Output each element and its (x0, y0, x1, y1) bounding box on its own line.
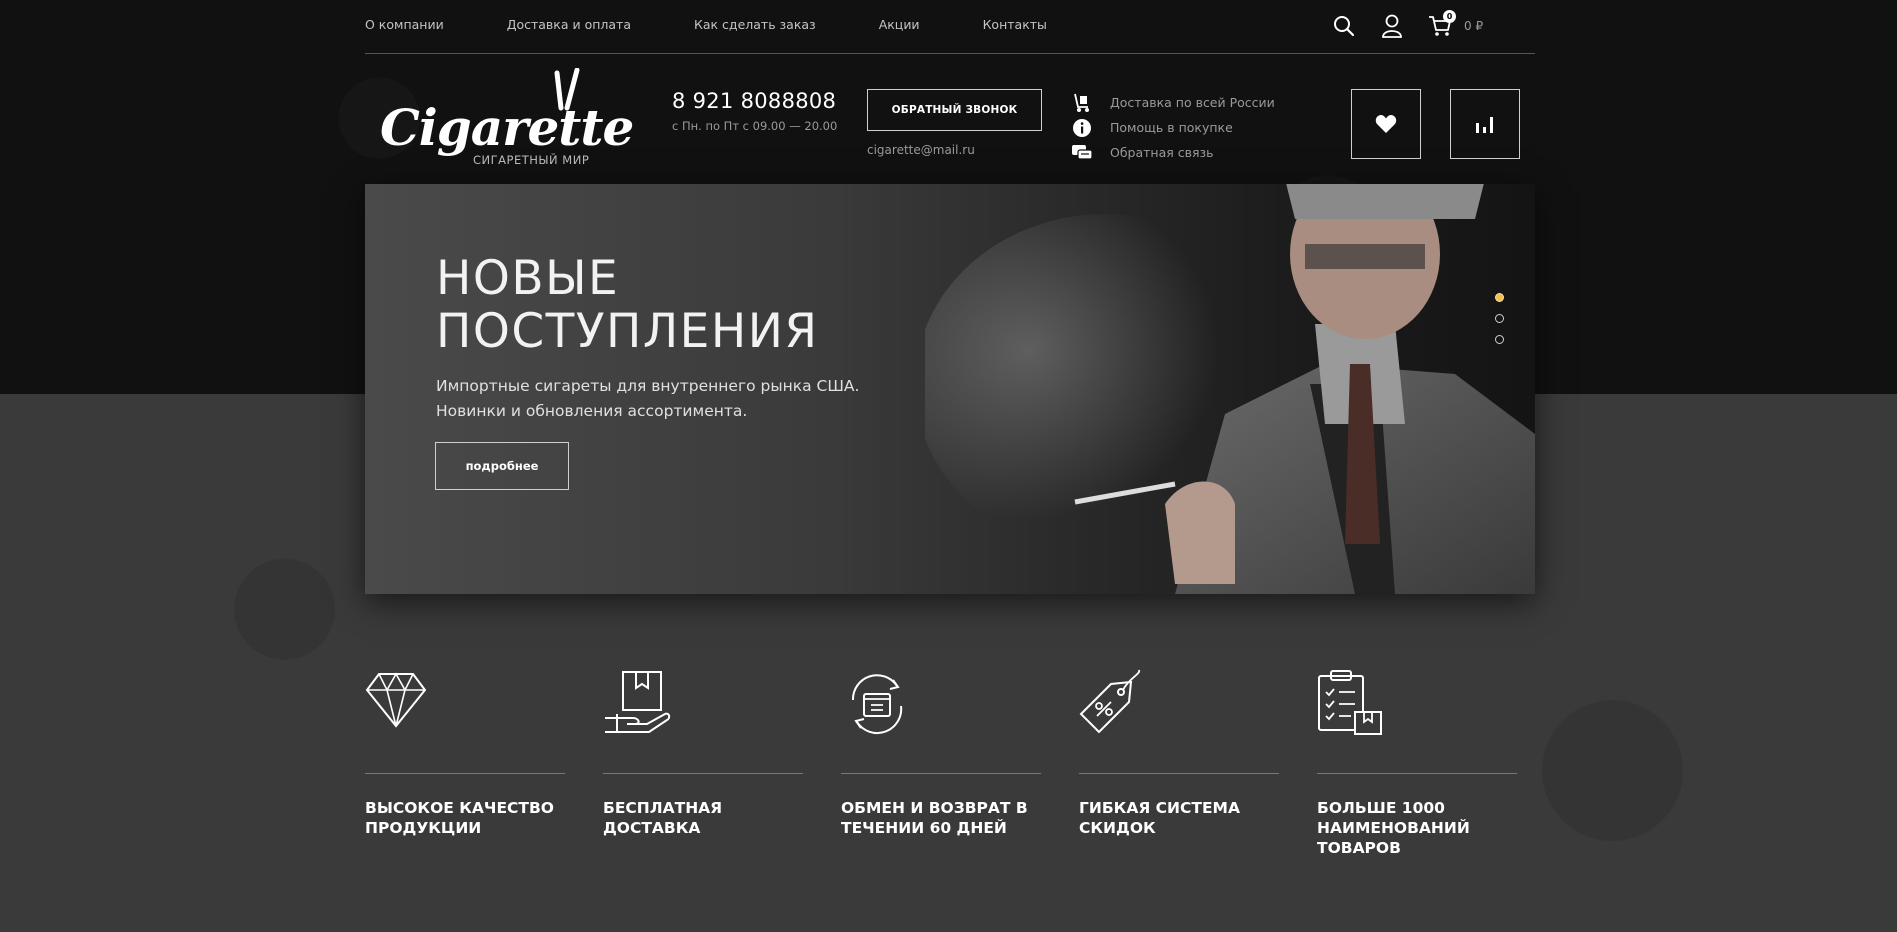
nav-item-contacts[interactable]: Контакты (983, 17, 1047, 32)
logo[interactable]: Cigarette СИГАРЕТНЫЙ МИР (380, 68, 634, 168)
nav-item-about[interactable]: О компании (365, 17, 444, 32)
service-label: Помощь в покупке (1110, 120, 1233, 135)
feature-assortment: БОЛЬШЕ 1000 НАИМЕНОВАНИЙ ТОВАРОВ (1317, 668, 1517, 857)
bar-chart-icon (1476, 117, 1493, 133)
top-icons: 0 0 ₽ (1330, 10, 1484, 40)
service-links: Доставка по всей России Помощь в покупке… (1071, 90, 1275, 165)
feature-exchange-return: ОБМЕН И ВОЗВРАТ В ТЕЧЕНИИ 60 ДНЕЙ (841, 668, 1041, 837)
discount-tag-icon (1079, 669, 1141, 734)
feature-title: БЕСПЛАТНАЯ ДОСТАВКА (603, 799, 723, 837)
slider-dots (1495, 293, 1504, 356)
slider-dot-3[interactable] (1495, 335, 1504, 344)
callback-button[interactable]: ОБРАТНЫЙ ЗВОНОК (867, 89, 1042, 131)
exchange-return-icon (851, 674, 903, 735)
diamond-icon (365, 672, 427, 728)
slider-dot-2[interactable] (1495, 314, 1504, 323)
feedback-chat-icon (1071, 143, 1093, 163)
service-item-delivery[interactable]: Доставка по всей России (1071, 90, 1275, 115)
feature-title: ГИБКАЯ СИСТЕМА СКИДОК (1079, 799, 1240, 837)
banner-description: Импортные сигареты для внутреннего рынка… (436, 377, 860, 420)
phone-number[interactable]: 8 921 8088808 (672, 89, 836, 113)
feature-quality: ВЫСОКОЕ КАЧЕСТВО ПРОДУКЦИИ (365, 668, 565, 837)
top-nav: О компании Доставка и оплата Как сделать… (365, 0, 1535, 54)
feature-divider (1079, 773, 1279, 774)
search-icon[interactable] (1330, 12, 1358, 40)
compare-button[interactable] (1450, 89, 1520, 159)
banner-more-button[interactable]: подробнее (435, 442, 569, 490)
cart-count-badge: 0 (1443, 10, 1456, 23)
delivery-cart-icon (1071, 93, 1093, 113)
nav-item-how-to-order[interactable]: Как сделать заказ (694, 17, 816, 32)
feature-divider (1317, 773, 1517, 774)
feature-title: БОЛЬШЕ 1000 НАИМЕНОВАНИЙ ТОВАРОВ (1317, 799, 1470, 857)
nav-item-promotions[interactable]: Акции (879, 17, 920, 32)
clipboard-checklist-icon (1318, 670, 1382, 735)
service-item-feedback[interactable]: Обратная связь (1071, 140, 1275, 165)
favorites-button[interactable] (1351, 89, 1421, 159)
feature-divider (603, 773, 803, 774)
nav-item-delivery[interactable]: Доставка и оплата (507, 17, 631, 32)
feature-divider (365, 773, 565, 774)
feature-free-delivery: БЕСПЛАТНАЯ ДОСТАВКА (603, 668, 803, 837)
heart-icon (1375, 115, 1397, 133)
feature-title: ВЫСОКОЕ КАЧЕСТВО ПРОДУКЦИИ (365, 799, 554, 837)
feature-title: ОБМЕН И ВОЗВРАТ В ТЕЧЕНИИ 60 ДНЕЙ (841, 799, 1028, 837)
features-section: ВЫСОКОЕ КАЧЕСТВО ПРОДУКЦИИ БЕСПЛАТНАЯ ДО… (365, 668, 1535, 888)
info-icon (1071, 118, 1093, 138)
top-nav-links: О компании Доставка и оплата Как сделать… (365, 17, 1110, 32)
smoking-man-image (925, 184, 1535, 594)
feature-divider (841, 773, 1041, 774)
working-hours: с Пн. по Пт с 09.00 — 20.00 (672, 119, 838, 133)
cart-icon[interactable]: 0 (1426, 10, 1456, 40)
hero-banner: НОВЫЕ ПОСТУПЛЕНИЯ Импортные сигареты для… (365, 184, 1535, 594)
logo-subtitle: СИГАРЕТНЫЙ МИР (473, 153, 590, 167)
user-icon[interactable] (1378, 12, 1406, 40)
service-item-help[interactable]: Помощь в покупке (1071, 115, 1275, 140)
slider-dot-1[interactable] (1495, 293, 1504, 302)
service-label: Обратная связь (1110, 145, 1214, 160)
email-link[interactable]: cigarette@mail.ru (867, 143, 975, 157)
cart-sum: 0 ₽ (1464, 19, 1484, 33)
banner-title: НОВЫЕ ПОСТУПЛЕНИЯ (436, 251, 819, 359)
logo-text: Cigarette (380, 98, 634, 157)
box-in-hand-icon (605, 671, 671, 733)
feature-discounts: ГИБКАЯ СИСТЕМА СКИДОК (1079, 668, 1279, 837)
service-label: Доставка по всей России (1110, 95, 1275, 110)
